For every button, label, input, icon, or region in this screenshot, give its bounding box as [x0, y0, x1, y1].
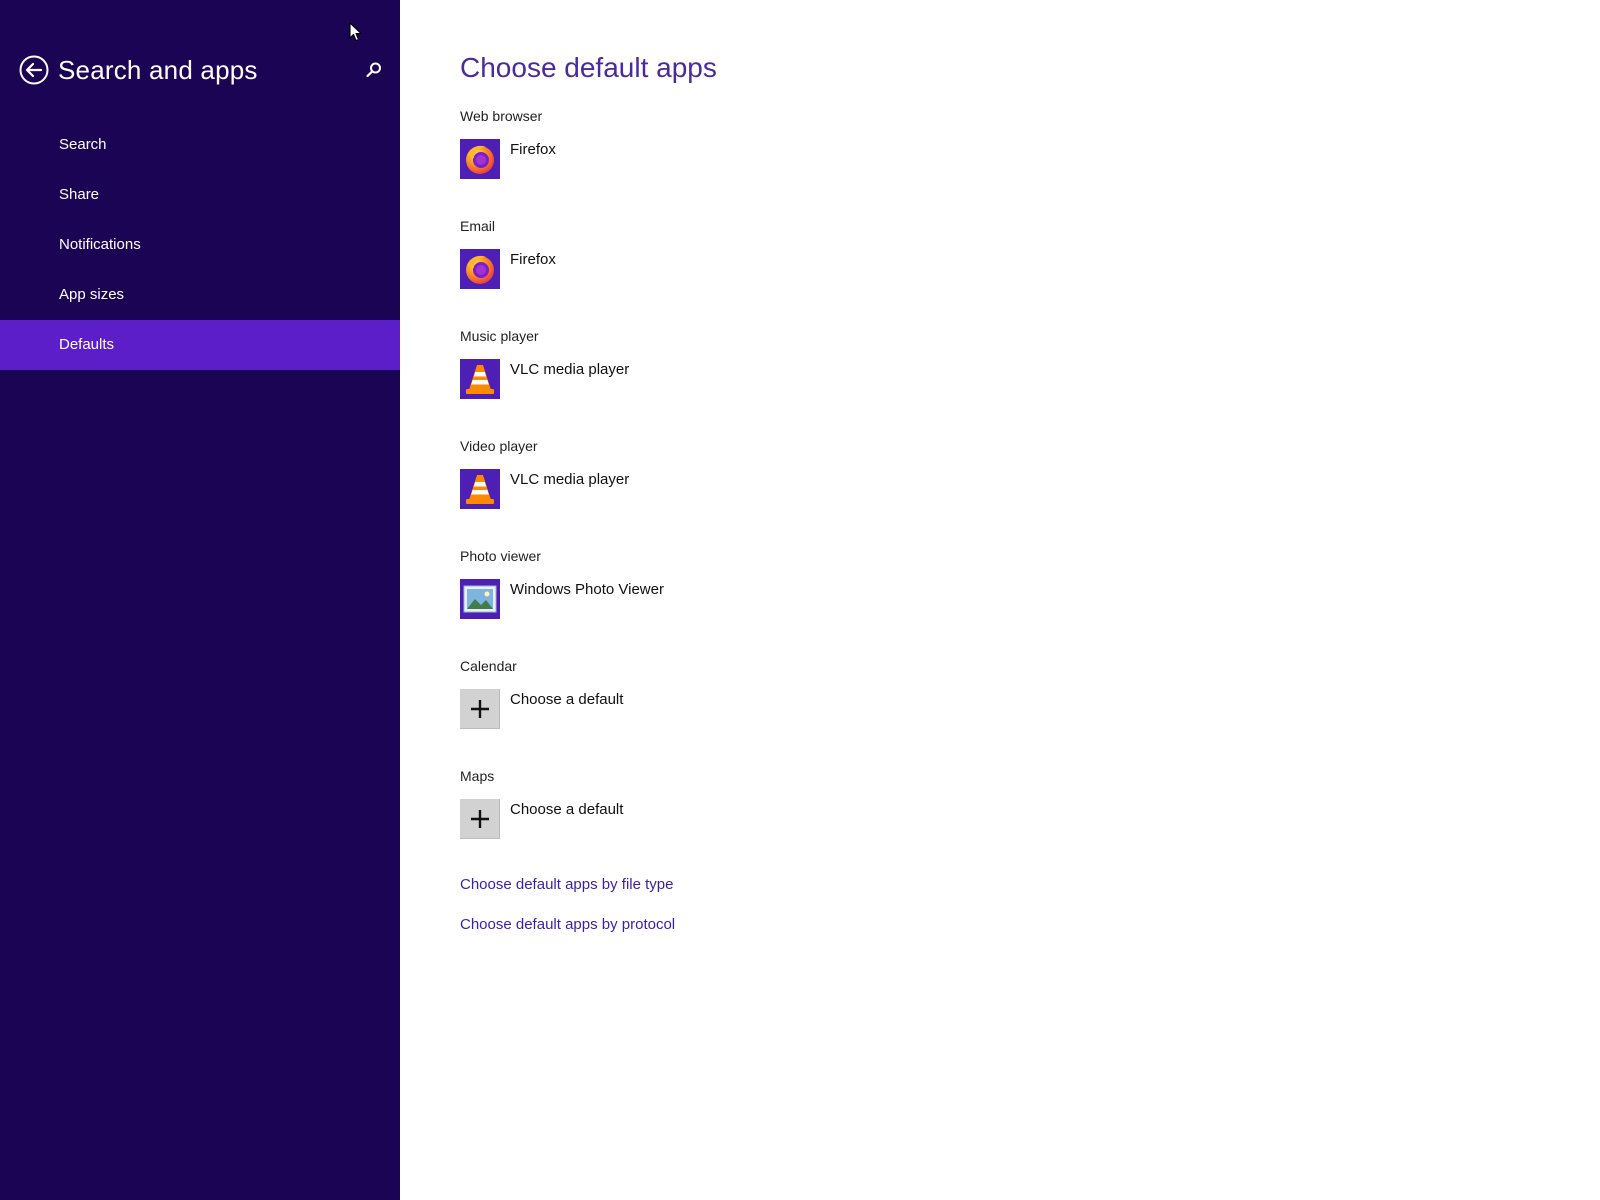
mouse-cursor-icon — [349, 22, 362, 42]
category-label: Web browser — [460, 108, 543, 124]
file-type-defaults-link[interactable]: Choose default apps by file type — [460, 876, 673, 893]
sidebar-item-label: App sizes — [59, 286, 125, 303]
default-app-tile[interactable]: Firefox — [460, 139, 960, 179]
plus-icon — [460, 689, 500, 729]
category-music-player: Music player VLC media player — [460, 326, 960, 399]
choose-default-tile[interactable]: Choose a default — [460, 689, 960, 729]
sidebar-item-notifications[interactable]: Notifications — [0, 220, 400, 270]
sidebar-item-label: Notifications — [59, 236, 141, 253]
photo-viewer-icon — [460, 579, 500, 619]
default-app-tile[interactable]: VLC media player — [460, 469, 960, 509]
sidebar-item-defaults[interactable]: Defaults — [0, 320, 400, 370]
firefox-icon — [460, 249, 500, 289]
back-arrow-icon[interactable] — [19, 55, 49, 85]
vlc-icon — [460, 469, 500, 509]
category-email: Email Firefox — [460, 216, 960, 289]
default-app-name: Windows Photo Viewer — [510, 581, 664, 598]
default-app-name: Choose a default — [510, 691, 624, 708]
category-label: Maps — [460, 768, 495, 784]
sidebar-item-label: Defaults — [59, 336, 115, 353]
default-app-tile[interactable]: Windows Photo Viewer — [460, 579, 960, 619]
settings-sidebar: Search and apps Search Share Notificatio… — [0, 0, 400, 1200]
default-app-name: VLC media player — [510, 361, 630, 378]
search-icon[interactable] — [364, 60, 384, 80]
default-app-tile[interactable]: Firefox — [460, 249, 960, 289]
category-web-browser: Web browser Firefox — [460, 106, 960, 179]
sidebar-item-app-sizes[interactable]: App sizes — [0, 270, 400, 320]
plus-icon — [460, 799, 500, 839]
category-video-player: Video player VLC media player — [460, 436, 960, 509]
default-app-name: Choose a default — [510, 801, 624, 818]
category-label: Video player — [460, 438, 538, 454]
category-maps: Maps Choose a default — [460, 766, 960, 839]
category-calendar: Calendar Choose a default — [460, 656, 960, 729]
protocol-defaults-link[interactable]: Choose default apps by protocol — [460, 916, 675, 933]
category-label: Email — [460, 218, 496, 234]
sidebar-item-label: Search — [59, 136, 107, 153]
firefox-icon — [460, 139, 500, 179]
category-photo-viewer: Photo viewer Windows Photo Viewer — [460, 546, 960, 619]
category-label: Calendar — [460, 658, 517, 674]
category-label: Music player — [460, 328, 539, 344]
vlc-icon — [460, 359, 500, 399]
default-app-name: VLC media player — [510, 471, 630, 488]
default-app-tile[interactable]: VLC media player — [460, 359, 960, 399]
sidebar-nav: Search Share Notifications App sizes Def… — [0, 120, 400, 370]
choose-default-tile[interactable]: Choose a default — [460, 799, 960, 839]
sidebar-item-share[interactable]: Share — [0, 170, 400, 220]
sidebar-item-search[interactable]: Search — [0, 120, 400, 170]
default-app-name: Firefox — [510, 251, 556, 268]
sidebar-title: Search and apps — [58, 54, 258, 85]
sidebar-header: Search and apps — [19, 52, 384, 88]
sidebar-item-label: Share — [59, 186, 100, 203]
default-app-name: Firefox — [510, 141, 556, 158]
page-title: Choose default apps — [460, 52, 717, 83]
category-label: Photo viewer — [460, 548, 541, 564]
